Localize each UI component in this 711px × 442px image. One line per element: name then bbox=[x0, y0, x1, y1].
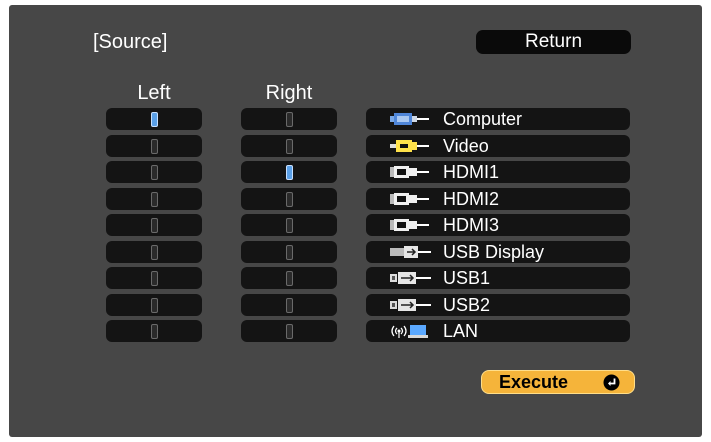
source-label: USB1 bbox=[443, 268, 491, 288]
left-selection-indicator bbox=[151, 139, 158, 154]
left-cell-5[interactable] bbox=[106, 214, 202, 236]
left-selection-indicator bbox=[151, 271, 158, 286]
right-selection-indicator bbox=[286, 139, 293, 154]
left-cell-7[interactable] bbox=[106, 267, 202, 289]
hdmi-icon bbox=[390, 166, 429, 178]
hdmi-icon bbox=[390, 219, 429, 231]
execute-label: Execute bbox=[499, 372, 569, 392]
left-selection-indicator bbox=[151, 324, 158, 339]
enter-icon bbox=[603, 374, 620, 391]
lan-wireless-icon bbox=[391, 325, 428, 338]
return-button[interactable]: Return bbox=[476, 30, 631, 54]
right-selection-indicator bbox=[286, 165, 293, 180]
source-label: USB2 bbox=[443, 295, 491, 315]
right-selection-indicator bbox=[286, 218, 293, 233]
right-cell-9[interactable] bbox=[241, 320, 337, 342]
left-selection-indicator bbox=[151, 192, 158, 207]
source-label: USB Display bbox=[443, 242, 545, 262]
hdmi-icon bbox=[390, 193, 429, 205]
right-cell-1[interactable] bbox=[241, 108, 337, 130]
execute-button[interactable]: Execute bbox=[481, 370, 635, 394]
usb-a-icon bbox=[390, 299, 431, 311]
source-row-7: USB1 bbox=[366, 267, 630, 289]
left-selection-indicator bbox=[151, 245, 158, 260]
right-cell-5[interactable] bbox=[241, 214, 337, 236]
source-row-9: LAN bbox=[366, 320, 630, 342]
source-row-8: USB2 bbox=[366, 294, 630, 316]
source-label: HDMI2 bbox=[443, 189, 500, 209]
left-cell-6[interactable] bbox=[106, 241, 202, 263]
left-cell-3[interactable] bbox=[106, 161, 202, 183]
source-row-5: HDMI3 bbox=[366, 214, 630, 236]
source-label: HDMI3 bbox=[443, 215, 500, 235]
right-cell-7[interactable] bbox=[241, 267, 337, 289]
right-cell-2[interactable] bbox=[241, 135, 337, 157]
right-cell-6[interactable] bbox=[241, 241, 337, 263]
source-label: LAN bbox=[443, 321, 479, 341]
left-cell-1[interactable] bbox=[106, 108, 202, 130]
source-row-1: Computer bbox=[366, 108, 630, 130]
left-cell-2[interactable] bbox=[106, 135, 202, 157]
left-cell-4[interactable] bbox=[106, 188, 202, 210]
right-selection-indicator bbox=[286, 245, 293, 260]
video-rca-icon bbox=[390, 140, 429, 152]
source-row-2: Video bbox=[366, 135, 630, 157]
source-label: Computer bbox=[443, 109, 523, 129]
left-selection-indicator bbox=[151, 165, 158, 180]
left-cell-9[interactable] bbox=[106, 320, 202, 342]
right-selection-indicator bbox=[286, 192, 293, 207]
right-cell-3[interactable] bbox=[241, 161, 337, 183]
left-cell-8[interactable] bbox=[106, 294, 202, 316]
right-selection-indicator bbox=[286, 298, 293, 313]
source-row-4: HDMI2 bbox=[366, 188, 630, 210]
right-cell-8[interactable] bbox=[241, 294, 337, 316]
source-row-6: USB Display bbox=[366, 241, 630, 263]
computer-vga-icon bbox=[390, 113, 429, 125]
right-selection-indicator bbox=[286, 271, 293, 286]
left-selection-indicator bbox=[151, 298, 158, 313]
left-column-header: Left bbox=[137, 82, 171, 104]
left-selection-indicator bbox=[151, 112, 158, 127]
usb-a-icon bbox=[390, 272, 431, 284]
right-selection-indicator bbox=[286, 324, 293, 339]
source-label: HDMI1 bbox=[443, 162, 500, 182]
right-selection-indicator bbox=[286, 112, 293, 127]
source-label: Video bbox=[443, 136, 489, 156]
page-title: [Source] bbox=[93, 31, 168, 53]
left-selection-indicator bbox=[151, 218, 158, 233]
right-column-header: Right bbox=[265, 82, 313, 104]
usb-display-icon bbox=[390, 246, 431, 258]
source-row-3: HDMI1 bbox=[366, 161, 630, 183]
right-cell-4[interactable] bbox=[241, 188, 337, 210]
